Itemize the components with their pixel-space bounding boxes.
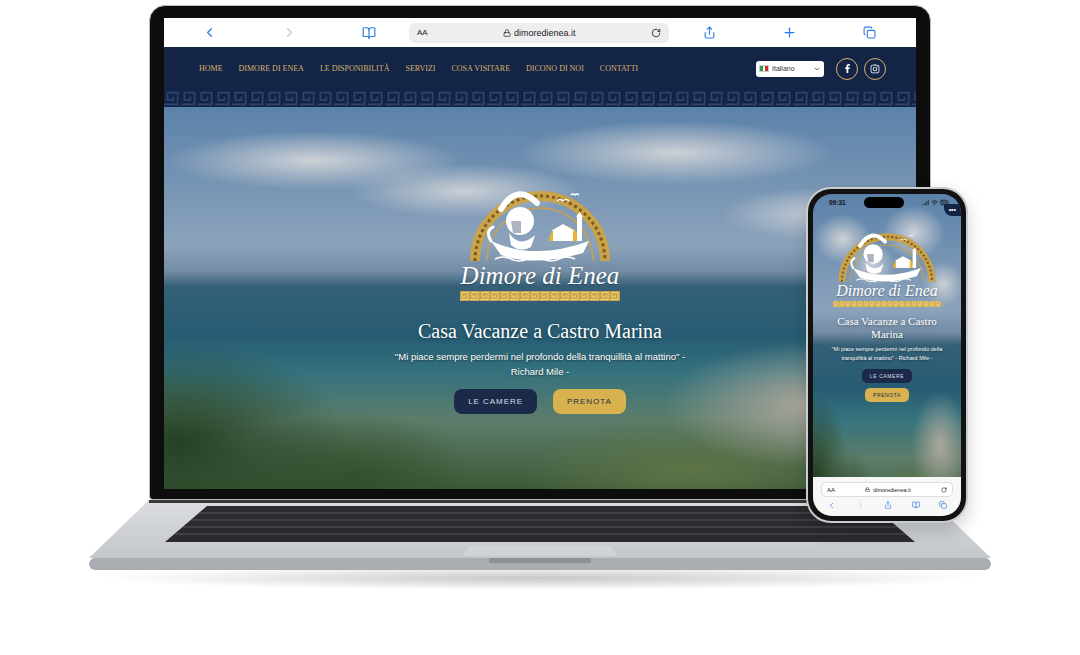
phone-reload-icon[interactable] (941, 487, 947, 493)
logo: Dimore di Enea (460, 169, 620, 301)
phone-share-icon[interactable] (884, 501, 892, 509)
phone-browser-bar: AA dimoredienea.it (813, 477, 961, 516)
book-icon[interactable] (362, 26, 376, 40)
wifi-icon (931, 199, 938, 206)
hero-title: Casa Vacanze a Castro Marina (418, 319, 662, 343)
reader-button[interactable] (329, 26, 409, 40)
url-text[interactable]: dimoredienea.it (514, 28, 576, 38)
phone-hero-button[interactable]: PRENOTA (865, 388, 909, 402)
laptop-screen: AA dimoredienea.it HOME DIMORE DI ENEA LE DI… (164, 18, 916, 489)
browser-toolbar: AA dimoredienea.it (164, 18, 916, 47)
nav-item[interactable]: LE DISPONIBILITÀ (320, 64, 390, 73)
phone-brand-name: Dimore di Enea (836, 282, 938, 300)
nav-item[interactable]: HOME (199, 64, 223, 73)
nav-item[interactable]: CONTATTI (600, 64, 638, 73)
phone-lock-icon (865, 487, 870, 492)
status-bar: 09:31 (813, 194, 961, 210)
logo-emblem-icon (835, 218, 939, 282)
tabs-button[interactable] (829, 26, 909, 39)
phone-logo: Dimore di Enea (833, 218, 941, 307)
hero-quote: "Mi piace sempre perdermi nel profondo d… (390, 349, 690, 379)
phone-back-icon[interactable] (827, 501, 836, 510)
language-select[interactable]: Italiano (756, 61, 824, 77)
share-icon[interactable] (703, 26, 716, 39)
site-nav: HOME DIMORE DI ENEA LE DISPONIBILITÀ SERVIZ… (164, 47, 916, 90)
new-tab-button[interactable] (749, 25, 829, 40)
signal-icon (922, 199, 929, 206)
site-header: HOME DIMORE DI ENEA LE DISPONIBILITÀ SERVIZ… (164, 47, 916, 107)
text-size-button[interactable]: AA (417, 28, 428, 37)
phone-url-text[interactable]: dimoredienea.it (873, 487, 911, 493)
phone-book-icon[interactable] (912, 501, 920, 509)
logo-greek-key (460, 291, 620, 301)
forward-button[interactable] (249, 25, 329, 40)
phone-address-bar[interactable]: AA dimoredienea.it (821, 482, 953, 497)
back-button[interactable] (169, 25, 249, 40)
reload-icon[interactable] (651, 28, 661, 38)
dynamic-island (864, 197, 904, 208)
phone-screen: 09:31•••Dimore di EneaCasa Vacanze a Cas… (813, 194, 961, 516)
nav-item[interactable]: SERVIZI (405, 64, 435, 73)
logo-emblem-icon (465, 169, 615, 262)
share-button[interactable] (669, 26, 749, 39)
phone-hero: •••Dimore di EneaCasa Vacanze a Castro M… (813, 210, 961, 477)
italy-flag-icon (759, 65, 769, 72)
phone-logo-greek-key (833, 301, 941, 307)
phone-forward-icon[interactable] (856, 501, 865, 510)
nav-item[interactable]: COSA VISITARE (451, 64, 510, 73)
hero-button[interactable]: LE CAMERE (454, 389, 537, 414)
phone-text-size-button[interactable]: AA (827, 487, 835, 493)
chevron-right-icon[interactable] (282, 25, 297, 40)
nav-list: HOME DIMORE DI ENEA LE DISPONIBILITÀ SERVIZ… (199, 64, 638, 73)
phone-hero-button[interactable]: LE CAMERE (862, 369, 912, 383)
instagram-link[interactable] (864, 58, 886, 80)
nav-item[interactable]: DICONO DI NOI (526, 64, 584, 73)
address-bar[interactable]: AA dimoredienea.it (409, 23, 669, 43)
instagram-icon[interactable] (870, 64, 880, 74)
nav-item[interactable]: DIMORE DI ENEA (239, 64, 304, 73)
facebook-icon[interactable] (843, 64, 852, 73)
facebook-link[interactable] (836, 58, 858, 80)
hero: Dimore di Enea Casa Vacanze a Castro Mari… (164, 107, 916, 489)
menu-button[interactable]: ••• (944, 204, 961, 216)
hero-button[interactable]: PRENOTA (553, 389, 626, 414)
greek-key-band (164, 90, 916, 107)
phone-hero-title: Casa Vacanze a Castro Marina (828, 315, 946, 341)
phone-tabs-icon[interactable] (939, 501, 947, 509)
plus-icon[interactable] (782, 25, 797, 40)
chevron-down-icon (813, 65, 821, 73)
phone-hero-quote: "Mi piace sempre perdermi nel profondo d… (822, 345, 952, 363)
phone: 09:31•••Dimore di EneaCasa Vacanze a Cas… (806, 187, 968, 523)
chevron-left-icon[interactable] (202, 25, 217, 40)
lock-icon (503, 29, 511, 37)
status-time: 09:31 (829, 199, 846, 206)
tabs-icon[interactable] (863, 26, 876, 39)
brand-name: Dimore di Enea (461, 262, 620, 291)
mockup-stage: AA dimoredienea.it HOME DIMORE DI ENEA LE DI… (0, 0, 1080, 655)
